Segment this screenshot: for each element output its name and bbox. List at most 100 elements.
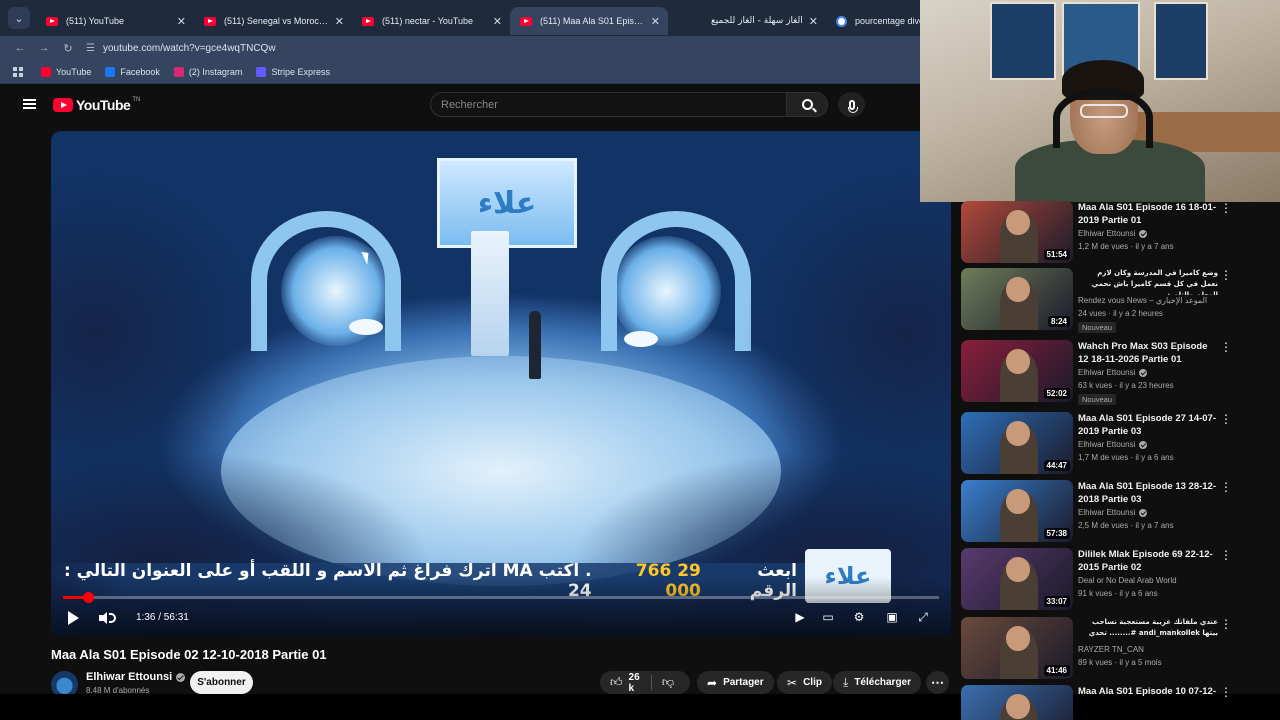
more-options-icon[interactable]: ⋮ bbox=[1220, 549, 1232, 561]
recommended-channel[interactable]: Deal or No Deal Arab World bbox=[1078, 576, 1177, 585]
omnibox[interactable]: ☰ youtube.com/watch?v=gce4wqTNCQw bbox=[86, 43, 276, 54]
share-button[interactable]: ➦ Partager bbox=[697, 671, 774, 694]
browser-tab[interactable]: (511) YouTube ✕ bbox=[36, 7, 194, 35]
more-options-icon[interactable]: ⋮ bbox=[1220, 269, 1232, 281]
video-thumbnail[interactable]: 57:38 bbox=[961, 480, 1073, 542]
clip-button[interactable]: ✂ Clip bbox=[777, 671, 832, 694]
recommended-title[interactable]: Maa Ala S01 Episode 13 28-12-2018 Partie… bbox=[1078, 480, 1218, 506]
recommended-channel[interactable]: RAYZER TN_CAN bbox=[1078, 645, 1144, 654]
recommended-channel-name[interactable]: Elhiwar Ettounsi bbox=[1078, 229, 1135, 238]
time-display: 1:36 / 56:31 bbox=[136, 612, 189, 623]
recommended-channel[interactable]: Elhiwar Ettounsi bbox=[1078, 440, 1148, 449]
forward-arrow-icon[interactable]: → bbox=[32, 42, 56, 54]
tab-close-icon[interactable]: ✕ bbox=[493, 15, 502, 28]
menu-hamburger-icon[interactable] bbox=[23, 99, 36, 109]
site-info-icon[interactable]: ☰ bbox=[86, 43, 95, 54]
miniplayer-icon[interactable]: ▣ bbox=[884, 610, 900, 624]
video-thumbnail[interactable]: 44:47 bbox=[961, 412, 1073, 474]
video-thumbnail[interactable]: 8:24 bbox=[961, 268, 1073, 330]
recommended-channel[interactable]: Elhiwar Ettounsi bbox=[1078, 368, 1148, 377]
recommended-channel-name[interactable]: Elhiwar Ettounsi bbox=[1078, 368, 1135, 377]
recommended-channel-name[interactable]: Deal or No Deal Arab World bbox=[1078, 576, 1177, 585]
browser-tab[interactable]: الغاز سهلة - ألغاز للجميع ✕ bbox=[668, 7, 826, 35]
recommended-meta: 2,5 M de vues · il y a 7 ans bbox=[1078, 521, 1174, 530]
video-thumbnail[interactable]: 41:46 bbox=[961, 617, 1073, 679]
recommended-video[interactable]: 41:46 عندي ملفاتك غريبة مستعجبة نساحب بيت… bbox=[961, 617, 1261, 683]
bookmark-item[interactable]: Facebook bbox=[105, 66, 160, 77]
tab-close-icon[interactable]: ✕ bbox=[177, 15, 186, 28]
recommended-channel-name[interactable]: RAYZER TN_CAN bbox=[1078, 645, 1144, 654]
more-options-icon[interactable]: ⋮ bbox=[1220, 202, 1232, 214]
channel-name-text[interactable]: Elhiwar Ettounsi bbox=[86, 671, 172, 683]
reload-icon[interactable]: ↻ bbox=[56, 42, 80, 55]
duration-badge: 44:47 bbox=[1043, 460, 1070, 471]
back-arrow-icon[interactable]: ← bbox=[8, 42, 32, 54]
progress-bar[interactable] bbox=[63, 592, 939, 603]
like-button[interactable]: 👍︎ 26 k bbox=[600, 671, 651, 694]
recommended-meta: 63 k vues · il y a 23 heures bbox=[1078, 381, 1174, 390]
more-options-icon[interactable]: ⋮ bbox=[1220, 341, 1232, 353]
video-thumbnail[interactable] bbox=[961, 685, 1073, 720]
apps-grid-icon[interactable] bbox=[13, 66, 27, 77]
more-options-icon[interactable]: ⋮ bbox=[1220, 618, 1232, 630]
more-options-icon[interactable]: ⋮ bbox=[1220, 686, 1232, 698]
url-text[interactable]: youtube.com/watch?v=gce4wqTNCQw bbox=[103, 43, 276, 54]
youtube-icon bbox=[362, 16, 374, 26]
tab-close-icon[interactable]: ✕ bbox=[651, 15, 660, 28]
recommended-channel-name[interactable]: Elhiwar Ettounsi bbox=[1078, 440, 1135, 449]
scissors-icon: ✂ bbox=[787, 675, 798, 690]
progress-scrubber[interactable] bbox=[82, 592, 94, 603]
recommended-video[interactable]: 52:02 Wahch Pro Max S03 Episode 12 18-11-… bbox=[961, 340, 1261, 406]
more-actions-button[interactable]: ⋯ bbox=[926, 671, 949, 694]
more-options-icon[interactable]: ⋮ bbox=[1220, 481, 1232, 493]
recommended-channel-name[interactable]: Elhiwar Ettounsi bbox=[1078, 508, 1135, 517]
recommended-title[interactable]: Wahch Pro Max S03 Episode 12 18-11-2026 … bbox=[1078, 340, 1218, 366]
recommended-title[interactable]: Maa Ala S01 Episode 16 18-01-2019 Partie… bbox=[1078, 201, 1218, 227]
recommended-video[interactable]: 8:24 وضع كاميرا في المدرسة وكان لازم نعمل… bbox=[961, 268, 1261, 334]
video-thumbnail[interactable]: 33:07 bbox=[961, 548, 1073, 610]
video-thumbnail[interactable]: 51:54 bbox=[961, 201, 1073, 263]
tab-search-chevron-icon[interactable]: ⌄ bbox=[8, 7, 30, 29]
recommended-video[interactable]: 57:38 Maa Ala S01 Episode 13 28-12-2018 P… bbox=[961, 480, 1261, 546]
browser-tab[interactable]: (511) Maa Ala S01 Episode 02 1 ✕ bbox=[510, 7, 668, 35]
recommended-channel[interactable]: Rendez vous News – الموعد الإخباري bbox=[1078, 296, 1207, 305]
more-options-icon[interactable]: ⋮ bbox=[1220, 413, 1232, 425]
subtitles-icon[interactable]: ▭ bbox=[820, 610, 836, 624]
bookmark-item[interactable]: YouTube bbox=[41, 66, 91, 77]
youtube-logo[interactable]: YouTube TN bbox=[53, 97, 140, 113]
download-button[interactable]: ⤓ Télécharger bbox=[833, 671, 922, 694]
recommended-title[interactable]: Dililek Mlak Episode 69 22-12-2015 Parti… bbox=[1078, 548, 1218, 574]
volume-icon[interactable] bbox=[99, 610, 117, 626]
recommended-title[interactable]: Maa Ala S01 Episode 27 14-07-2019 Partie… bbox=[1078, 412, 1218, 438]
recommended-video[interactable]: 51:54 Maa Ala S01 Episode 16 18-01-2019 P… bbox=[961, 201, 1261, 267]
browser-tab[interactable]: (511) Senegal vs Morocco | Sen ✕ bbox=[194, 7, 352, 35]
channel-name[interactable]: Elhiwar Ettounsi bbox=[86, 671, 186, 683]
search-box[interactable] bbox=[430, 92, 787, 117]
duration-badge: 52:02 bbox=[1043, 388, 1070, 399]
dislike-button[interactable]: 👎︎ bbox=[652, 671, 690, 694]
bookmark-item[interactable]: (2) Instagram bbox=[173, 66, 242, 77]
tab-close-icon[interactable]: ✕ bbox=[809, 15, 818, 28]
bookmark-item[interactable]: Stripe Express bbox=[256, 66, 330, 77]
video-player[interactable]: علاء ابعث الرقم 29 766 000 . اكتب MA اتر… bbox=[51, 131, 951, 637]
search-button[interactable] bbox=[786, 92, 828, 117]
subscribe-button[interactable]: S'abonner bbox=[190, 671, 253, 694]
recommended-channel-name[interactable]: Rendez vous News – الموعد الإخباري bbox=[1078, 296, 1207, 305]
video-thumbnail[interactable]: 52:02 bbox=[961, 340, 1073, 402]
recommended-video[interactable]: 44:47 Maa Ala S01 Episode 27 14-07-2019 P… bbox=[961, 412, 1261, 478]
recommended-video[interactable]: Maa Ala S01 Episode 10 07-12- ⋮ bbox=[961, 685, 1261, 720]
fullscreen-icon[interactable]: ⤢ bbox=[915, 610, 931, 624]
browser-tab[interactable]: (511) nectar - YouTube ✕ bbox=[352, 7, 510, 35]
recommended-title[interactable]: وضع كاميرا في المدرسة وكان لازم نعمل في … bbox=[1078, 268, 1218, 295]
settings-gear-icon[interactable]: ⚙ bbox=[851, 610, 867, 624]
search-input[interactable] bbox=[441, 98, 786, 111]
recommended-title[interactable]: عندي ملفاتك غريبة مستعجبة نساحب بيتها an… bbox=[1078, 617, 1218, 639]
voice-search-button[interactable] bbox=[838, 92, 865, 117]
recommended-title[interactable]: Maa Ala S01 Episode 10 07-12- bbox=[1078, 685, 1218, 698]
play-icon[interactable] bbox=[68, 611, 79, 625]
tab-close-icon[interactable]: ✕ bbox=[335, 15, 344, 28]
recommended-video[interactable]: 33:07 Dililek Mlak Episode 69 22-12-2015 … bbox=[961, 548, 1261, 614]
recommended-channel[interactable]: Elhiwar Ettounsi bbox=[1078, 229, 1148, 238]
autoplay-toggle-icon[interactable]: ▶ bbox=[792, 610, 808, 624]
recommended-channel[interactable]: Elhiwar Ettounsi bbox=[1078, 508, 1148, 517]
